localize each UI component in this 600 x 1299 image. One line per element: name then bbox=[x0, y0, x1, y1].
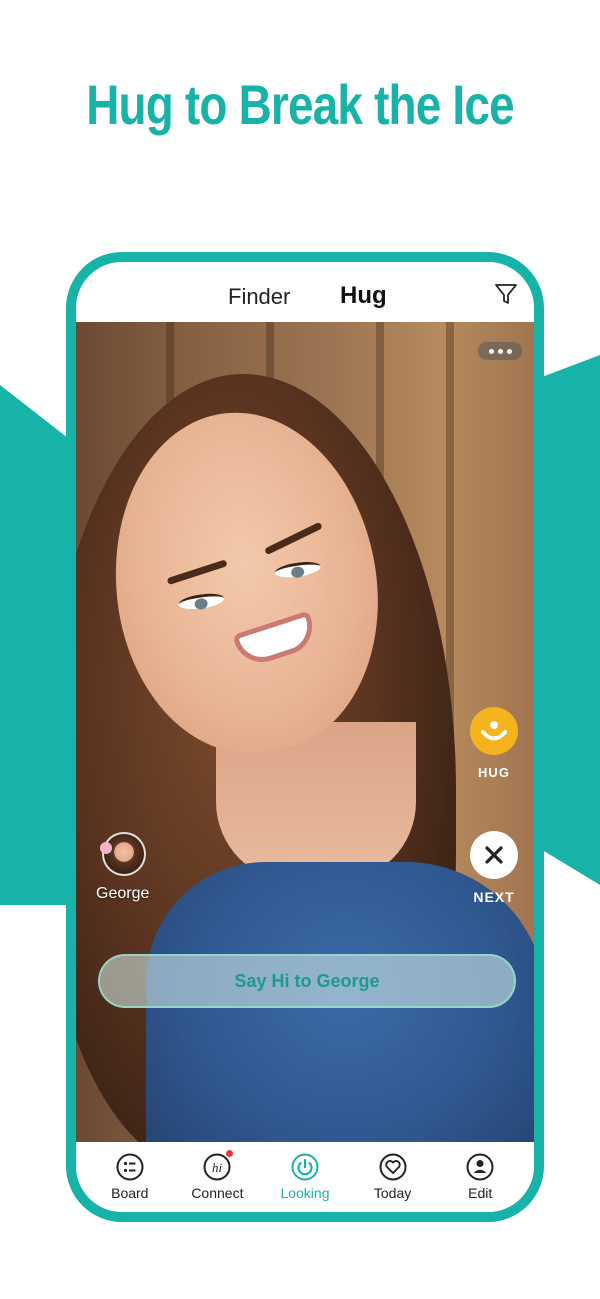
avatar[interactable] bbox=[102, 832, 146, 876]
nav-item-board[interactable]: Board bbox=[87, 1152, 173, 1201]
bottom-nav: Board hi Connect Looking Today Edit bbox=[76, 1142, 534, 1212]
dot bbox=[506, 348, 512, 354]
left-brow bbox=[166, 559, 228, 586]
today-heart-icon bbox=[379, 1153, 407, 1181]
hug-smile-icon bbox=[481, 721, 507, 741]
blue-top bbox=[146, 862, 534, 1162]
looking-power-icon bbox=[291, 1153, 319, 1181]
nav-item-connect[interactable]: hi Connect bbox=[174, 1150, 260, 1201]
dot bbox=[497, 348, 503, 354]
phone-frame: Finder Hug HUG NEXT George Say Hi to Geo… bbox=[66, 252, 544, 1222]
say-hi-button[interactable]: Say Hi to George bbox=[98, 954, 516, 1008]
close-icon bbox=[485, 846, 503, 864]
filter-icon[interactable] bbox=[494, 282, 518, 306]
board-icon bbox=[116, 1153, 144, 1181]
profile-name: George bbox=[96, 885, 150, 902]
nav-item-edit[interactable]: Edit bbox=[437, 1152, 523, 1201]
profile-photo[interactable]: HUG NEXT George Say Hi to George bbox=[76, 322, 534, 1162]
edit-profile-icon bbox=[466, 1153, 494, 1181]
hug-button[interactable] bbox=[470, 707, 518, 755]
nav-item-looking[interactable]: Looking bbox=[262, 1152, 348, 1201]
nav-label-today: Today bbox=[373, 1185, 412, 1201]
nav-label-edit: Edit bbox=[468, 1185, 493, 1201]
nav-label-board: Board bbox=[111, 1185, 149, 1201]
more-options-icon[interactable] bbox=[478, 342, 522, 360]
say-hi-label: Say Hi to George bbox=[234, 970, 380, 991]
dot bbox=[488, 348, 494, 354]
hug-label: HUG bbox=[478, 765, 510, 780]
nav-label-connect: Connect bbox=[191, 1185, 244, 1201]
tab-hug[interactable]: Hug bbox=[340, 282, 387, 310]
right-brow bbox=[264, 521, 323, 556]
right-eye bbox=[274, 559, 322, 580]
tab-finder[interactable]: Finder bbox=[228, 284, 290, 310]
left-eye bbox=[177, 591, 226, 612]
promo-headline: Hug to Break the Ice bbox=[86, 73, 514, 136]
next-label: NEXT bbox=[473, 889, 515, 905]
nav-item-today[interactable]: Today bbox=[350, 1152, 436, 1201]
nav-label-looking: Looking bbox=[280, 1185, 330, 1201]
next-button[interactable] bbox=[470, 831, 518, 879]
flower-accent bbox=[100, 842, 112, 854]
svg-text:hi: hi bbox=[212, 1160, 223, 1175]
top-bar: Finder Hug bbox=[76, 262, 534, 322]
